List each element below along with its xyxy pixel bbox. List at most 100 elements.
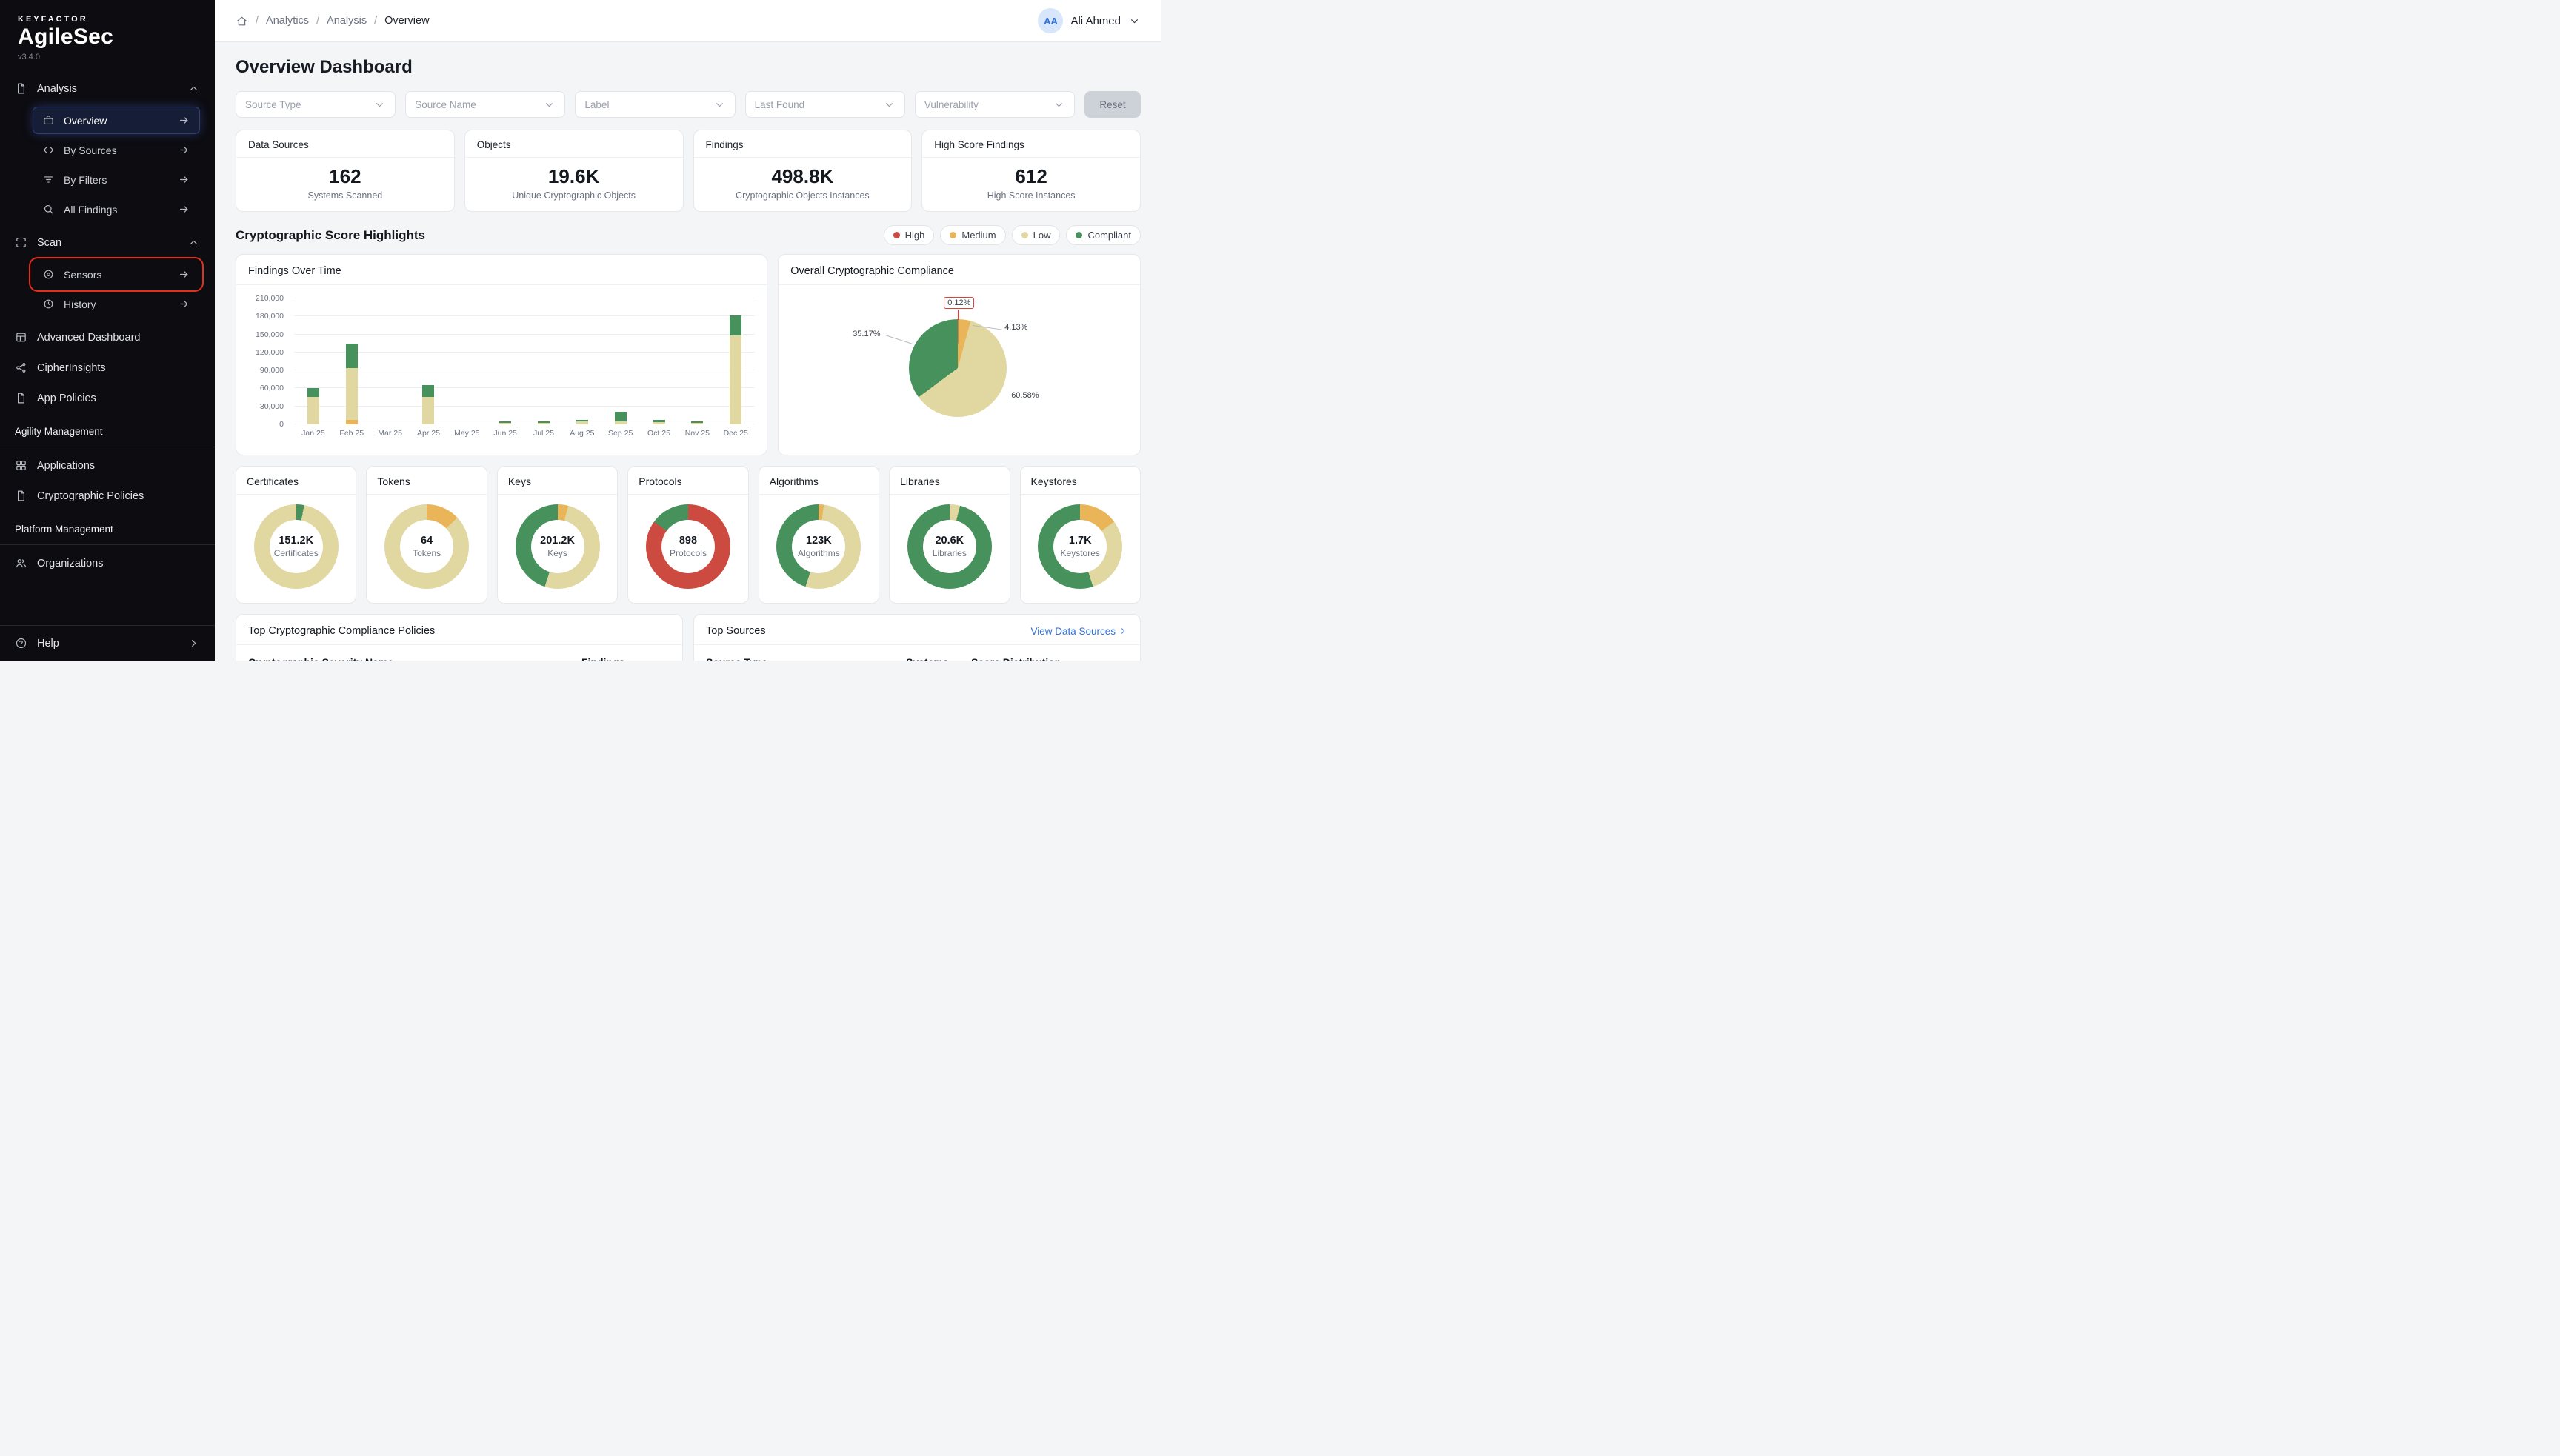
stat-caption: Cryptographic Objects Instances	[706, 190, 900, 201]
donut-card-title: Protocols	[628, 475, 747, 495]
filter-vulnerability[interactable]: Vulnerability	[915, 91, 1075, 118]
users-icon	[15, 557, 27, 570]
sidebar-section-platform-management: Platform Management	[0, 511, 215, 545]
sidebar-item-history[interactable]: History	[33, 290, 200, 318]
arrow-right-icon	[178, 173, 190, 186]
help-icon	[15, 637, 27, 649]
cipher-icon	[15, 361, 27, 374]
sidebar-item-help[interactable]: Help	[0, 625, 215, 661]
bar-aug-25	[576, 420, 588, 424]
filter-source-type[interactable]: Source Type	[236, 91, 396, 118]
chevron-down-icon	[1128, 15, 1141, 27]
stat-caption: Systems Scanned	[248, 190, 442, 201]
legend-chip-high[interactable]: High	[884, 225, 935, 245]
history-icon	[42, 298, 55, 310]
arrow-right-icon	[178, 203, 190, 216]
certificates-donut-chart: 151.2KCertificates	[254, 504, 339, 589]
sidebar-item-applications[interactable]: Applications	[0, 450, 215, 481]
low-dot	[1021, 232, 1028, 238]
apps-icon	[15, 459, 27, 472]
donut-caption: Keystores	[1061, 548, 1100, 558]
bar-segment-low	[307, 397, 319, 424]
user-menu[interactable]: AA Ali Ahmed	[1038, 8, 1141, 33]
stat-value: 162	[248, 165, 442, 188]
filter-placeholder: Source Type	[245, 99, 373, 110]
charts-row: Findings Over Time 030,00060,00090,00012…	[236, 254, 1141, 455]
filter-label[interactable]: Label	[575, 91, 735, 118]
column-header-source-type: Source Type	[706, 656, 906, 661]
legend-chip-compliant[interactable]: Compliant	[1066, 225, 1141, 245]
tables-row: Top Cryptographic Compliance Policies Cr…	[236, 614, 1141, 661]
filter-source-name[interactable]: Source Name	[405, 91, 565, 118]
compliant-dot	[1076, 232, 1082, 238]
brand: KEYFACTOR AgileSec v3.4.0	[0, 0, 215, 61]
legend-chip-low[interactable]: Low	[1012, 225, 1061, 245]
sidebar-group-scan[interactable]: Scan	[0, 227, 215, 258]
filter-last-found[interactable]: Last Found	[745, 91, 905, 118]
reset-button[interactable]: Reset	[1084, 91, 1141, 118]
donut-value: 898	[679, 535, 697, 547]
sidebar-item-cryptographic-policies[interactable]: Cryptographic Policies	[0, 481, 215, 511]
view-data-sources-link[interactable]: View Data Sources	[1030, 626, 1128, 637]
legend-chip-medium[interactable]: Medium	[940, 225, 1005, 245]
filter-placeholder: Vulnerability	[924, 99, 1053, 110]
sidebar-item-sensors[interactable]: Sensors	[33, 261, 200, 288]
filter-placeholder: Last Found	[755, 99, 883, 110]
filter-bar: Source Type Source Name Label Last Found Vul…	[236, 91, 1141, 118]
column-header-score-distribution: Score Distribution	[971, 656, 1128, 661]
sidebar-item-organizations[interactable]: Organizations	[0, 548, 215, 578]
donut-caption: Libraries	[933, 548, 967, 558]
pie-conn-high	[958, 310, 959, 320]
pie-conn-compliant	[885, 335, 913, 344]
policies-table-title: Top Cryptographic Compliance Policies	[248, 625, 435, 637]
chevron-up-icon	[187, 82, 200, 95]
view-data-sources-label: View Data Sources	[1030, 626, 1116, 637]
donut-value: 201.2K	[540, 535, 575, 547]
donut-caption: Certificates	[274, 548, 319, 558]
sidebar-item-by-sources[interactable]: By Sources	[33, 136, 200, 164]
donut-caption: Protocols	[670, 548, 707, 558]
donut-card-keys: Keys201.2KKeys	[497, 466, 618, 604]
sidebar-group-analysis[interactable]: Analysis	[0, 73, 215, 104]
bar-segment-compliant	[307, 388, 319, 396]
sidebar-item-cipherinsights[interactable]: CipherInsights	[0, 353, 215, 383]
donut-card-protocols: Protocols898Protocols	[627, 466, 748, 604]
chevron-down-icon	[713, 98, 726, 111]
arrow-right-icon	[178, 298, 190, 310]
donut-caption: Keys	[547, 548, 567, 558]
sources-table-header: Top Sources View Data Sources	[694, 625, 1140, 645]
sidebar-item-by-filters[interactable]: By Filters	[33, 166, 200, 193]
bar-plot	[294, 298, 755, 424]
pie-label-low: 60.58%	[1011, 391, 1039, 400]
stat-cards-row: Data Sources162Systems ScannedObjects19.…	[236, 130, 1141, 212]
briefcase-icon	[42, 114, 55, 127]
bar-segment-low	[615, 421, 627, 424]
findings-over-time-chart: 030,00060,00090,000120,000150,000180,000…	[248, 298, 755, 438]
bar-segment-compliant	[422, 385, 434, 396]
donut-caption: Algorithms	[798, 548, 840, 558]
sidebar-item-advanced-dashboard[interactable]: Advanced Dashboard	[0, 322, 215, 353]
donut-card-libraries: Libraries20.6KLibraries	[889, 466, 1010, 604]
compliance-pie	[909, 319, 1007, 417]
bar-segment-compliant	[730, 315, 741, 336]
stat-card-high-score-findings: High Score Findings612High Score Instanc…	[921, 130, 1141, 212]
compliance-pie-title: Overall Cryptographic Compliance	[779, 265, 1140, 285]
pie-label-high: 0.12%	[944, 297, 974, 309]
bar-segment-compliant	[615, 412, 627, 421]
home-icon[interactable]	[236, 15, 248, 27]
arrow-right-icon	[178, 268, 190, 281]
bar-jan-25	[307, 388, 319, 424]
donut-value: 20.6K	[935, 535, 964, 547]
bar-segment-compliant	[346, 344, 358, 368]
filter-icon	[42, 173, 55, 186]
stat-value: 498.8K	[706, 165, 900, 188]
breadcrumb-analysis[interactable]: Analysis	[327, 15, 367, 27]
donut-card-tokens: Tokens64Tokens	[366, 466, 487, 604]
bar-segment-low	[346, 368, 358, 420]
sensor-icon	[42, 268, 55, 281]
legend-label: High	[905, 230, 925, 241]
sidebar-item-overview[interactable]: Overview	[33, 107, 200, 134]
sidebar-item-app-policies[interactable]: App Policies	[0, 383, 215, 413]
sidebar-item-all-findings[interactable]: All Findings	[33, 196, 200, 223]
breadcrumb-analytics[interactable]: Analytics	[266, 15, 309, 27]
